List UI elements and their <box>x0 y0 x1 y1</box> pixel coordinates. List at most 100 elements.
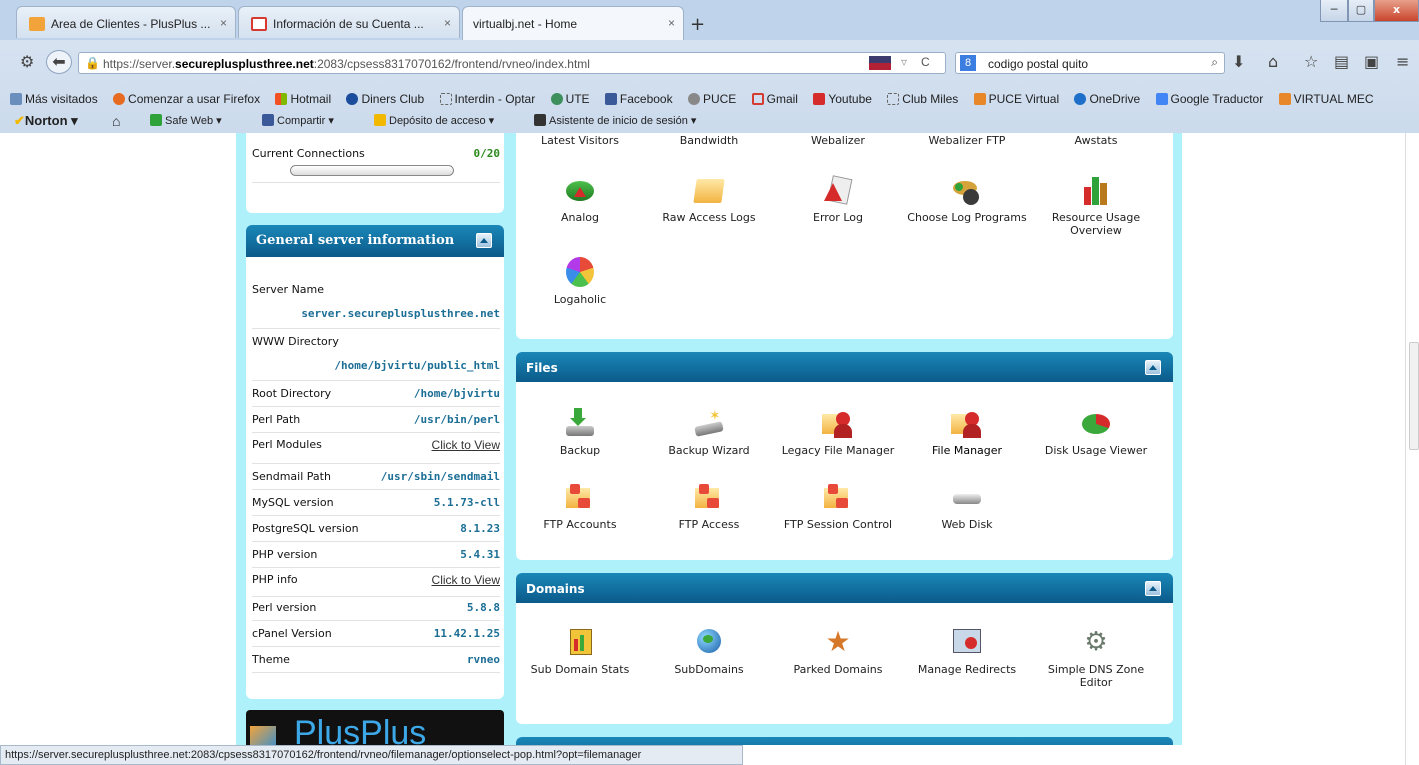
us-flag-icon[interactable] <box>869 56 891 70</box>
bookmark-virtual-mec[interactable]: VIRTUAL MEC <box>1278 92 1380 106</box>
web-disk-item[interactable]: Web Disk <box>907 482 1027 531</box>
ftp-accounts-item[interactable]: FTP Accounts <box>520 482 640 531</box>
bookmark-interdin[interactable]: Interdin - Optar <box>439 92 542 106</box>
gmail-favicon-icon <box>251 17 267 31</box>
search-input[interactable]: codigo postal quito <box>988 57 1088 71</box>
collapse-icon[interactable] <box>1145 360 1161 375</box>
home-icon[interactable]: ⌂ <box>1268 52 1278 71</box>
bookmark-firefox[interactable]: Comenzar a usar Firefox <box>113 92 266 106</box>
bookmark-google-translate[interactable]: Google Traductor <box>1155 92 1270 106</box>
simple-dns-zone-editor-item[interactable]: ⚙ Simple DNS Zone Editor <box>1036 627 1156 689</box>
files-header: Files <box>516 352 1173 382</box>
logaholic-item[interactable]: Logaholic <box>520 257 640 306</box>
awstats-link[interactable]: Awstats <box>1036 134 1156 147</box>
pocket-icon[interactable]: ▣ <box>1364 52 1379 71</box>
close-tab-icon[interactable]: × <box>220 16 227 30</box>
norton-menu[interactable]: ✔Norton ▾ <box>14 110 78 132</box>
disk-usage-viewer-item[interactable]: Disk Usage Viewer <box>1036 408 1156 457</box>
search-box[interactable]: 8 codigo postal quito ⌕ <box>955 52 1225 74</box>
bookmark-star-icon[interactable]: ☆ <box>1304 52 1318 71</box>
ftp-session-control-item[interactable]: FTP Session Control <box>778 482 898 531</box>
ute-icon <box>550 93 563 105</box>
perl-modules-view-link[interactable]: Click to View <box>432 438 500 452</box>
deposit-menu[interactable]: Depósito de acceso ▾ <box>374 110 494 132</box>
bookmark-ute[interactable]: UTE <box>550 92 596 106</box>
reload-icon[interactable]: C <box>921 55 930 69</box>
bookmark-gmail[interactable]: Gmail <box>751 92 804 106</box>
login-assistant-menu[interactable]: Asistente de inicio de sesión ▾ <box>534 110 696 132</box>
bookmark-diners[interactable]: Diners Club <box>346 92 430 106</box>
legacy-file-manager-item[interactable]: Legacy File Manager <box>778 408 898 457</box>
most-visited-icon <box>10 93 22 105</box>
maximize-button[interactable]: ▢ <box>1348 0 1374 22</box>
safe-web-icon <box>150 114 162 126</box>
info-row-theme: Theme rvneo <box>252 653 500 673</box>
scrollbar-thumb[interactable] <box>1409 342 1419 450</box>
domains-header: Domains <box>516 573 1173 603</box>
blank-page-icon <box>439 93 452 105</box>
backup-wizard-item[interactable]: ✶ Backup Wizard <box>649 408 769 457</box>
file-manager-item[interactable]: File Manager <box>907 408 1027 457</box>
norton-home-icon[interactable]: ⌂ <box>112 110 120 132</box>
norton-check-icon: ✔ <box>14 113 25 128</box>
bookmark-youtube[interactable]: Youtube <box>813 92 878 106</box>
error-log-item[interactable]: Error Log <box>778 175 898 224</box>
bookmark-puce-virtual[interactable]: PUCE Virtual <box>973 92 1065 106</box>
webalizer-link[interactable]: Webalizer <box>778 134 898 147</box>
diners-icon <box>346 93 359 105</box>
bookmark-facebook[interactable]: Facebook <box>604 92 679 106</box>
bookmark-onedrive[interactable]: OneDrive <box>1074 92 1146 106</box>
blank-page-icon <box>887 93 900 105</box>
php-info-view-link[interactable]: Click to View <box>432 573 500 587</box>
analog-item[interactable]: Analog <box>520 175 640 224</box>
bookmark-hotmail[interactable]: Hotmail <box>275 92 337 106</box>
menu-icon[interactable]: ≡ <box>1396 52 1409 71</box>
bandwidth-link[interactable]: Bandwidth <box>649 134 769 147</box>
safe-web-menu[interactable]: Safe Web ▾ <box>150 110 222 132</box>
tab-virtualbj-home[interactable]: virtualbj.net - Home × <box>462 6 684 40</box>
download-icon[interactable]: ⬇ <box>1232 52 1245 71</box>
bookmark-club-miles[interactable]: Club Miles <box>887 92 964 106</box>
firefox-icon <box>113 93 126 105</box>
choose-log-programs-item[interactable]: Choose Log Programs <box>907 175 1027 224</box>
info-row-php-info: PHP info Click to View <box>252 573 500 597</box>
search-icon[interactable]: ⌕ <box>1211 55 1218 70</box>
sub-domain-stats-item[interactable]: Sub Domain Stats <box>520 627 640 676</box>
tab-account-info[interactable]: Información de su Cuenta ... × <box>238 6 460 38</box>
resource-usage-overview-item[interactable]: Resource Usage Overview <box>1036 175 1156 237</box>
back-arrow-icon[interactable]: ⬅ <box>46 50 72 74</box>
error-log-icon <box>822 175 854 205</box>
addon-icon[interactable]: ⚙ <box>20 52 34 71</box>
url-bar[interactable]: 🔒 https://server.secureplusplusthree.net… <box>78 52 946 74</box>
share-menu[interactable]: Compartir ▾ <box>262 110 334 132</box>
google-search-engine-icon[interactable]: 8 <box>960 55 976 71</box>
collapse-icon[interactable] <box>476 233 492 248</box>
collapse-icon[interactable] <box>1145 581 1161 596</box>
backup-item[interactable]: Backup <box>520 408 640 457</box>
manage-redirects-item[interactable]: Manage Redirects <box>907 627 1027 676</box>
reading-list-icon[interactable]: ▤ <box>1334 52 1349 71</box>
minimize-button[interactable]: ─ <box>1320 0 1348 22</box>
logs-panel: Latest Visitors Bandwidth Webalizer Weba… <box>516 133 1173 339</box>
latest-visitors-link[interactable]: Latest Visitors <box>520 134 640 147</box>
facebook-icon <box>604 93 617 105</box>
youtube-icon <box>813 93 826 105</box>
bookmark-puce[interactable]: PUCE <box>687 92 742 106</box>
close-tab-icon[interactable]: × <box>668 16 675 30</box>
dropdown-arrow-icon[interactable]: ▿ <box>901 55 907 69</box>
close-window-button[interactable]: x <box>1374 0 1419 22</box>
bookmark-most-visited[interactable]: Más visitados <box>10 92 104 106</box>
tab-client-area[interactable]: Area de Clientes - PlusPlus ... × <box>16 6 236 38</box>
status-bar: https://server.secureplusplusthree.net:2… <box>0 745 743 765</box>
subdomains-item[interactable]: SubDomains <box>649 627 769 676</box>
new-tab-button[interactable]: + <box>690 14 705 35</box>
tab-title: Información de su Cuenta ... <box>273 17 424 31</box>
raw-access-logs-item[interactable]: Raw Access Logs <box>649 175 769 224</box>
info-row-php-version: PHP version 5.4.31 <box>252 548 500 568</box>
backup-wizard-icon: ✶ <box>693 408 725 438</box>
parked-domains-item[interactable]: ★ Parked Domains <box>778 627 898 677</box>
close-tab-icon[interactable]: × <box>444 16 451 30</box>
backup-icon <box>564 408 596 438</box>
ftp-access-item[interactable]: FTP Access <box>649 482 769 531</box>
webalizer-ftp-link[interactable]: Webalizer FTP <box>907 134 1027 147</box>
